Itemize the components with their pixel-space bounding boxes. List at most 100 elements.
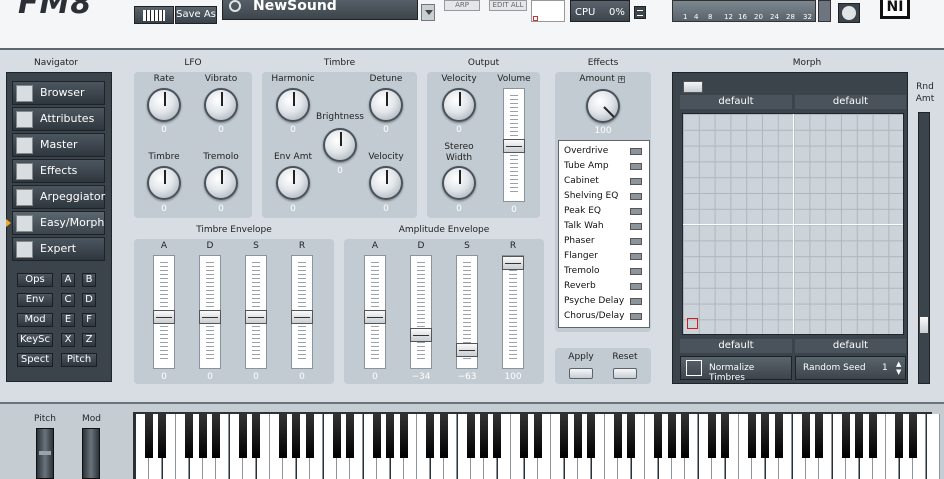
- lfo-rate-knob[interactable]: [147, 88, 181, 122]
- arp-button[interactable]: ARP: [444, 0, 480, 11]
- save-as-button[interactable]: Save As: [175, 6, 217, 24]
- effect-item-phaser[interactable]: Phaser: [561, 235, 645, 249]
- nav-small-button-a[interactable]: A: [61, 273, 75, 287]
- effect-item-chorus-delay[interactable]: Chorus/Delay: [561, 310, 645, 324]
- effect-item-reverb[interactable]: Reverb: [561, 280, 645, 294]
- piano-white-key[interactable]: [926, 414, 940, 479]
- piano-black-key[interactable]: [373, 414, 381, 458]
- piano-black-key[interactable]: [346, 414, 354, 458]
- piano-black-key[interactable]: [440, 414, 448, 458]
- timbre_env-d-handle[interactable]: [199, 310, 221, 324]
- piano-black-key[interactable]: [654, 414, 662, 458]
- amp_env-r-handle[interactable]: [502, 256, 524, 270]
- clock-button[interactable]: [838, 3, 860, 23]
- piano-black-key[interactable]: [493, 414, 501, 458]
- timbre_env-r-handle[interactable]: [291, 310, 313, 324]
- piano-black-key[interactable]: [895, 414, 903, 458]
- piano-black-key[interactable]: [775, 414, 783, 458]
- piano-black-key[interactable]: [426, 414, 434, 458]
- effect-toggle[interactable]: [630, 193, 642, 200]
- effect-item-psyche-delay[interactable]: Psyche Delay: [561, 295, 645, 309]
- amp_env-d-slider[interactable]: [410, 255, 432, 369]
- effect-toggle[interactable]: [630, 313, 642, 320]
- expand-icon[interactable]: +: [617, 76, 625, 83]
- piano-black-key[interactable]: [681, 414, 689, 458]
- preset-dropdown-button[interactable]: [421, 4, 435, 21]
- effect-toggle[interactable]: [630, 223, 642, 230]
- nav-small-button-env[interactable]: Env: [17, 293, 53, 307]
- lfo-timbre-knob[interactable]: [147, 166, 181, 200]
- morph-corner-top-left[interactable]: default: [680, 95, 792, 109]
- amp_env-s-handle[interactable]: [456, 343, 478, 357]
- amp_env-r-slider[interactable]: [502, 255, 524, 369]
- effect-toggle[interactable]: [630, 178, 642, 185]
- stepper-arrows-icon[interactable]: ▲ ▼: [896, 360, 901, 376]
- piano-black-key[interactable]: [761, 414, 769, 458]
- effect-toggle[interactable]: [630, 163, 642, 170]
- mod-wheel[interactable]: [82, 428, 100, 479]
- piano-black-key[interactable]: [252, 414, 260, 458]
- nav-small-button-f[interactable]: F: [82, 313, 96, 327]
- piano-black-key[interactable]: [668, 414, 676, 458]
- effects-amount-knob[interactable]: [586, 89, 620, 123]
- nav-small-button-pitch[interactable]: Pitch: [61, 353, 97, 367]
- piano-black-key[interactable]: [842, 414, 850, 458]
- nav-item-easy-morph[interactable]: Easy/Morph: [12, 211, 105, 235]
- amp_env-s-slider[interactable]: [456, 255, 478, 369]
- apply-button[interactable]: [569, 368, 593, 379]
- piano-black-key[interactable]: [386, 414, 394, 458]
- piano-black-key[interactable]: [212, 414, 220, 458]
- timbre_env-a-slider[interactable]: [153, 255, 175, 369]
- piano-black-key[interactable]: [721, 414, 729, 458]
- piano-black-key[interactable]: [909, 414, 917, 458]
- effect-item-peak-eq[interactable]: Peak EQ: [561, 205, 645, 219]
- piano-black-key[interactable]: [145, 414, 153, 458]
- effect-toggle[interactable]: [630, 238, 642, 245]
- morph-scroll-thumb[interactable]: [683, 81, 703, 93]
- nav-item-expert[interactable]: Expert: [12, 237, 105, 261]
- morph-xy-pad[interactable]: [682, 113, 904, 335]
- piano-black-key[interactable]: [239, 414, 247, 458]
- effect-toggle[interactable]: [630, 298, 642, 305]
- nav-small-button-b[interactable]: B: [82, 273, 96, 287]
- random-seed-field[interactable]: Random Seed 1 ▲ ▼: [795, 356, 906, 380]
- nav-small-button-z[interactable]: Z: [82, 333, 96, 347]
- keyboard-toggle-button[interactable]: [134, 6, 174, 24]
- nav-item-effects[interactable]: Effects: [12, 159, 105, 183]
- effect-toggle[interactable]: [630, 148, 642, 155]
- piano-black-key[interactable]: [708, 414, 716, 458]
- volume-slider[interactable]: [503, 88, 525, 202]
- piano-black-key[interactable]: [560, 414, 568, 458]
- piano-black-key[interactable]: [748, 414, 756, 458]
- volume-slider-handle[interactable]: [503, 139, 525, 153]
- piano-black-key[interactable]: [400, 414, 408, 458]
- piano-black-key[interactable]: [520, 414, 528, 458]
- morph-corner-bottom-right[interactable]: default: [795, 339, 906, 353]
- piano-black-key[interactable]: [292, 414, 300, 458]
- timbre_env-a-handle[interactable]: [153, 310, 175, 324]
- piano-black-key[interactable]: [333, 414, 341, 458]
- nav-small-button-ops[interactable]: Ops: [17, 273, 53, 287]
- piano-black-key[interactable]: [185, 414, 193, 458]
- effect-toggle[interactable]: [630, 283, 642, 290]
- nav-item-arpeggiator[interactable]: Arpeggiator: [12, 185, 105, 209]
- amp_env-a-slider[interactable]: [364, 255, 386, 369]
- effect-toggle[interactable]: [630, 208, 642, 215]
- piano-black-key[interactable]: [815, 414, 823, 458]
- effect-item-shelving-eq[interactable]: Shelving EQ: [561, 190, 645, 204]
- timbre-velocity-knob[interactable]: [369, 166, 403, 200]
- cpu-menu-button[interactable]: [634, 6, 646, 19]
- piano-black-key[interactable]: [614, 414, 622, 458]
- piano-black-key[interactable]: [802, 414, 810, 458]
- amp_env-d-handle[interactable]: [410, 328, 432, 342]
- nav-small-button-c[interactable]: C: [61, 293, 75, 307]
- piano-black-key[interactable]: [855, 414, 863, 458]
- piano-black-key[interactable]: [480, 414, 488, 458]
- timbre_env-r-slider[interactable]: [291, 255, 313, 369]
- edit-all-button[interactable]: EDIT ALL: [489, 0, 527, 11]
- piano-black-key[interactable]: [158, 414, 166, 458]
- effect-toggle[interactable]: [630, 268, 642, 275]
- output-velocity-knob[interactable]: [442, 88, 476, 122]
- morph-corner-bottom-left[interactable]: default: [680, 339, 792, 353]
- effect-item-overdrive[interactable]: Overdrive: [561, 145, 645, 159]
